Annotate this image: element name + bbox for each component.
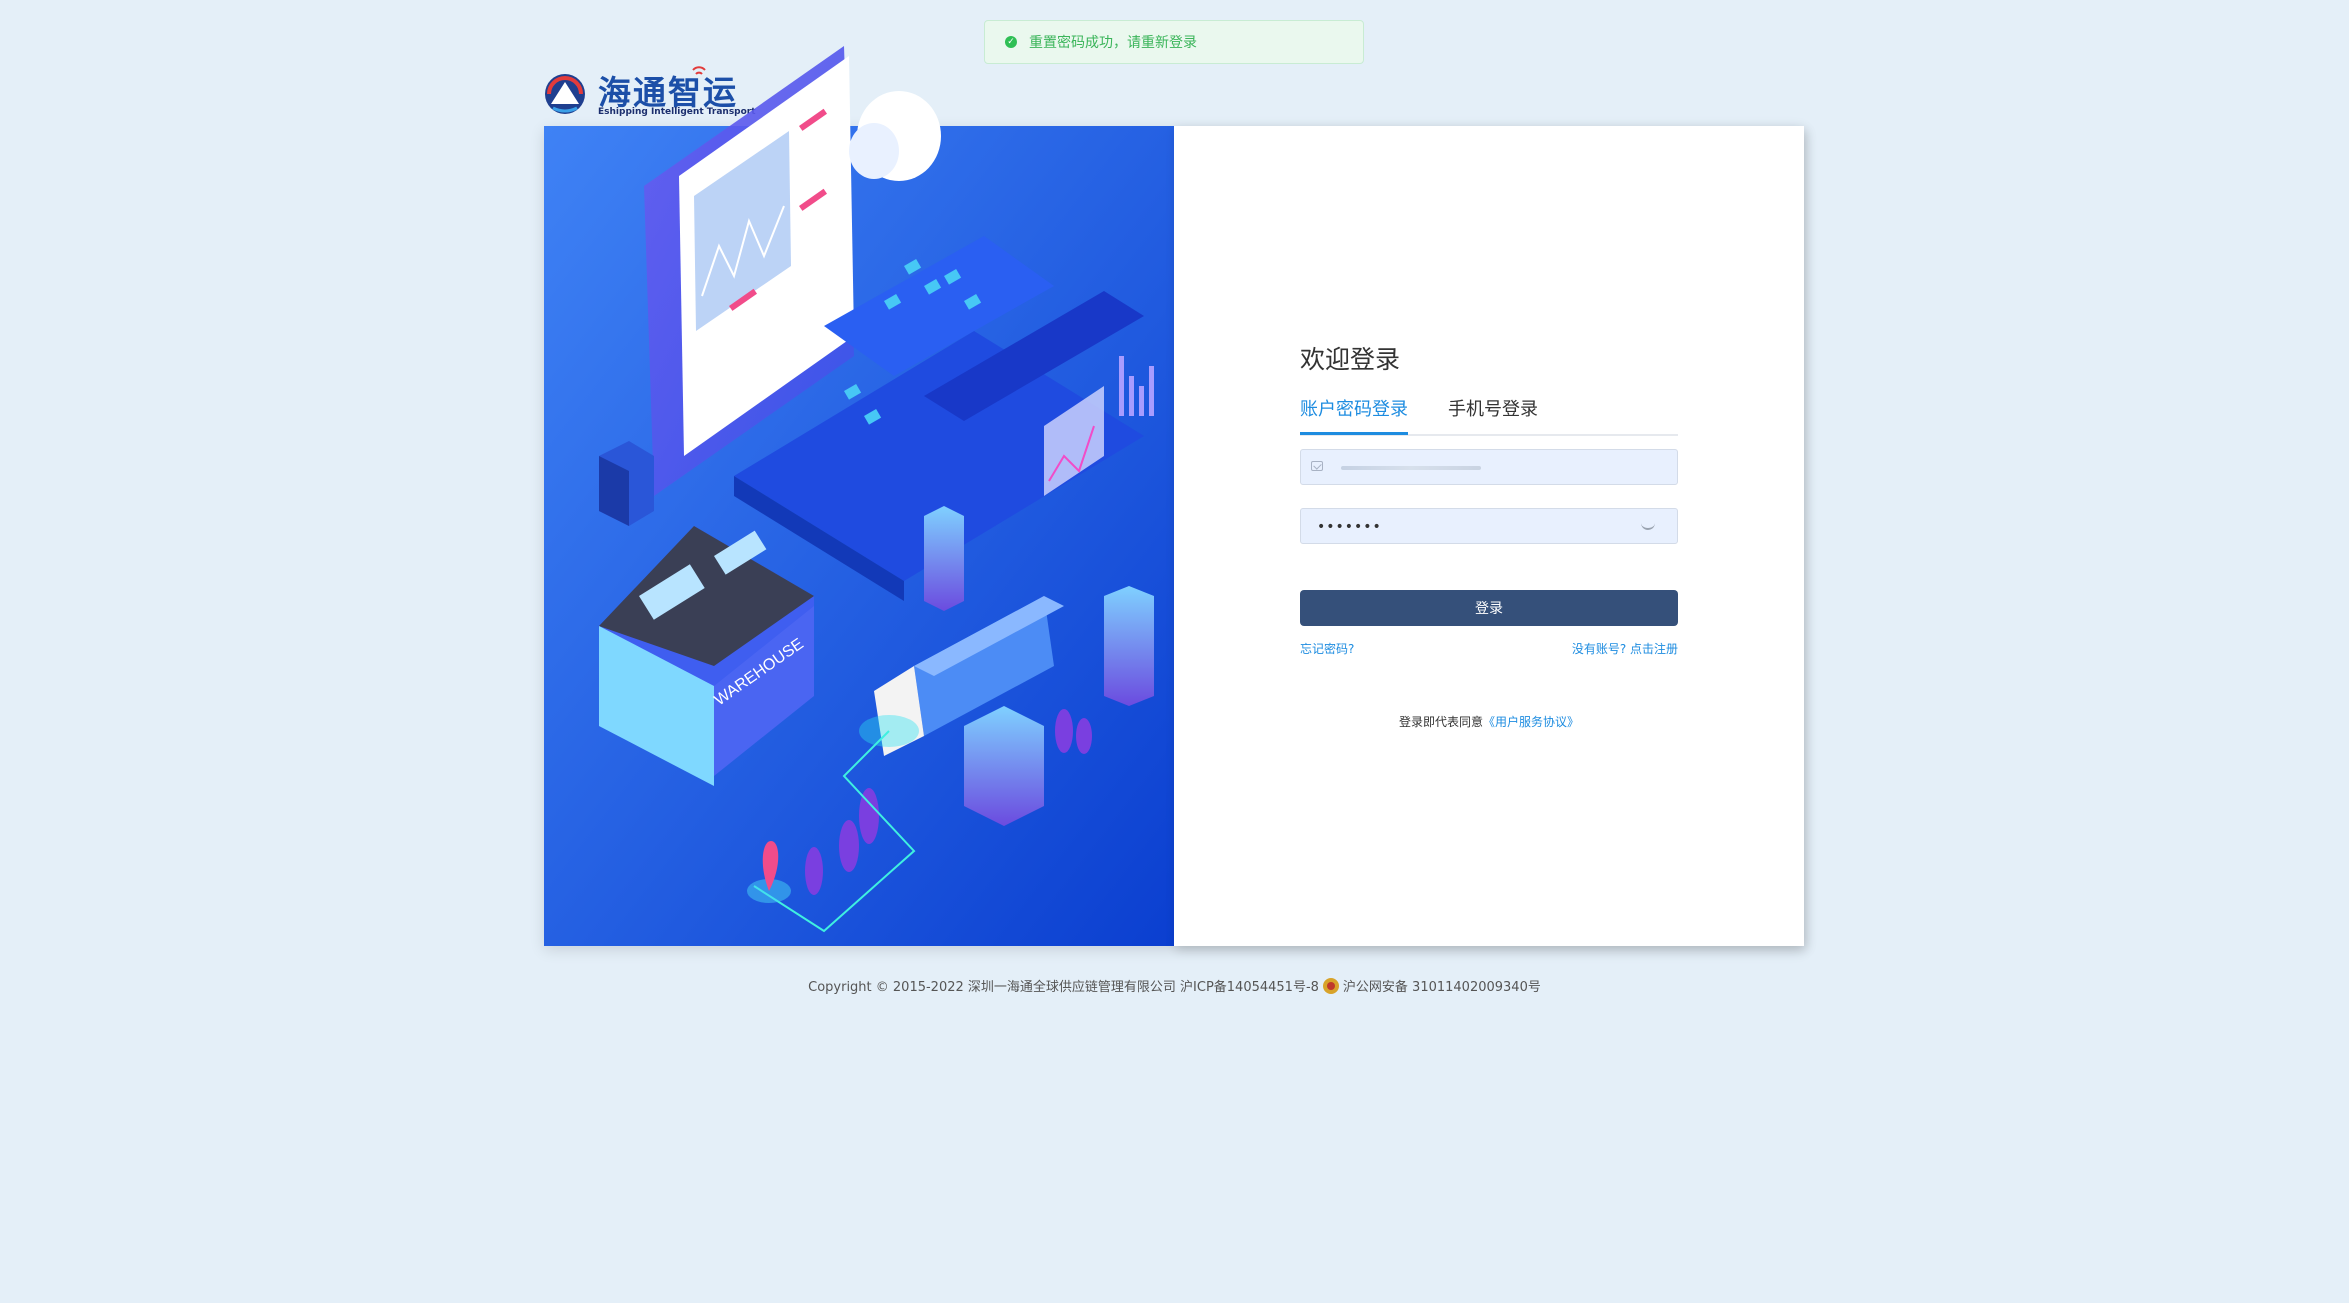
username-input[interactable] <box>1331 450 1635 486</box>
user-agreement-link[interactable]: 《用户服务协议》 <box>1483 715 1579 729</box>
register-link[interactable]: 没有账号? 点击注册 <box>1572 640 1678 657</box>
agreement-prefix: 登录即代表同意 <box>1398 715 1483 729</box>
forgot-password-link[interactable]: 忘记密码? <box>1300 640 1354 657</box>
login-panel: 欢迎登录 账户密码登录 手机号登录 登录 忘记密码? 没有账号? 点击注册 登录… <box>1174 126 1804 946</box>
tab-account-password[interactable]: 账户密码登录 <box>1300 398 1408 435</box>
login-button[interactable]: 登录 <box>1300 590 1678 626</box>
password-field[interactable] <box>1300 508 1678 545</box>
copyright-text: Copyright © 2015-2022 深圳一海通全球供应链管理有限公司 沪… <box>808 980 1319 995</box>
brand-subtitle: Eshipping Intelligent Transport <box>598 107 756 117</box>
login-tabs: 账户密码登录 手机号登录 <box>1300 398 1678 436</box>
mail-icon <box>1311 461 1323 471</box>
username-field[interactable] <box>1300 449 1678 486</box>
success-toast: ✓ 重置密码成功，请重新登录 <box>984 20 1364 64</box>
agreement-text: 登录即代表同意《用户服务协议》 <box>1174 713 1804 730</box>
footer: Copyright © 2015-2022 深圳一海通全球供应链管理有限公司 沪… <box>0 976 2349 995</box>
police-badge-icon <box>1322 977 1339 994</box>
police-record-text[interactable]: 沪公网安备 31011402009340号 <box>1343 976 1541 995</box>
password-input[interactable] <box>1315 509 1619 545</box>
tab-phone[interactable]: 手机号登录 <box>1448 398 1538 432</box>
welcome-title: 欢迎登录 <box>1300 345 1401 374</box>
check-circle-icon: ✓ <box>1005 36 1017 48</box>
eye-closed-icon[interactable] <box>1641 523 1655 530</box>
toast-message: 重置密码成功，请重新登录 <box>1029 35 1197 51</box>
logistics-illustration: WAREHOUSE <box>544 46 1174 946</box>
